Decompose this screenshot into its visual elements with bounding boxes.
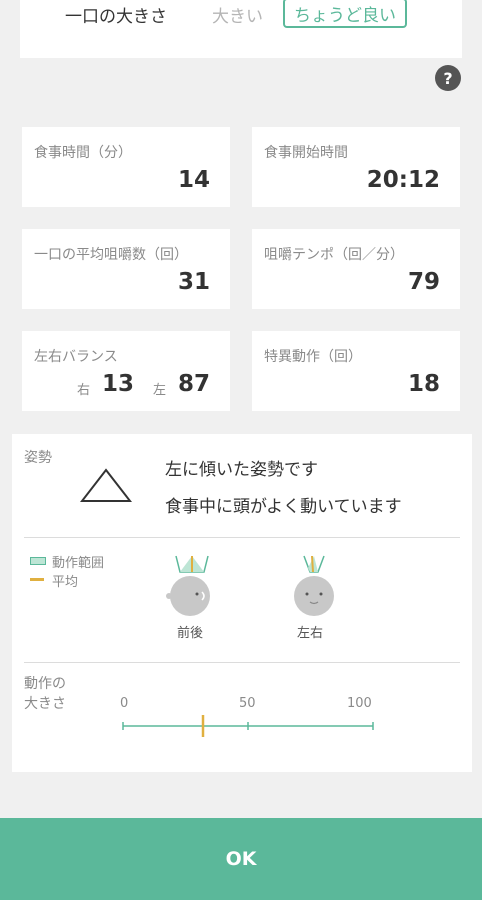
start-time-card: 食事開始時間 20:12: [252, 127, 460, 207]
head-front-icon: [294, 555, 334, 616]
bite-size-option-good[interactable]: ちょうど良い: [283, 0, 407, 28]
posture-card: 姿勢 左に傾いた姿勢です 食事中に頭がよく動いています 動作範囲 平均 前後 左…: [12, 434, 472, 772]
balance-label: 左右バランス: [34, 349, 118, 365]
special-motion-label: 特異動作（回）: [264, 349, 362, 365]
range-swatch: [30, 557, 46, 565]
special-motion-value: 18: [407, 371, 440, 397]
posture-title: 姿勢: [24, 450, 52, 466]
chew-tempo-label: 咀嚼テンポ（回／分）: [264, 247, 404, 263]
triangle-icon: [80, 468, 132, 502]
divider: [24, 537, 460, 538]
help-icon[interactable]: ?: [435, 65, 461, 91]
start-time-value: 20:12: [366, 167, 440, 193]
movement-label-line1: 動作の: [24, 676, 66, 692]
balance-left-label: 左: [153, 383, 167, 398]
bite-size-option-big[interactable]: 大きい: [212, 2, 263, 27]
chew-tempo-card: 咀嚼テンポ（回／分） 79: [252, 229, 460, 309]
posture-message-2: 食事中に頭がよく動いています: [165, 497, 402, 517]
ok-button[interactable]: OK: [0, 818, 482, 900]
movement-scale: [122, 715, 374, 737]
balance-left-value: 87: [178, 371, 211, 397]
divider: [24, 662, 460, 663]
posture-message-1: 左に傾いた姿勢です: [165, 460, 318, 480]
movement-label-line2: 大きさ: [24, 696, 66, 712]
tick-50: 50: [239, 696, 256, 711]
bite-size-card: 一口の大きさ 大きい ちょうど良い: [20, 0, 462, 58]
avg-chew-label: 一口の平均咀嚼数（回）: [34, 247, 188, 263]
head-front-back-label: 前後: [177, 626, 204, 641]
meal-time-value: 14: [177, 167, 210, 193]
movement-label: 動作の 大きさ: [24, 674, 66, 714]
legend-range: 動作範囲: [52, 556, 105, 571]
avg-chew-value: 31: [177, 269, 210, 295]
start-time-label: 食事開始時間: [264, 145, 348, 161]
balance-right-label: 右: [77, 383, 91, 398]
head-left-right-label: 左右: [297, 626, 324, 641]
bite-size-label: 一口の大きさ: [65, 7, 167, 27]
tick-0: 0: [120, 696, 129, 711]
avg-chew-card: 一口の平均咀嚼数（回） 31: [22, 229, 230, 309]
meal-time-label: 食事時間（分）: [34, 145, 132, 161]
tick-100: 100: [347, 696, 372, 711]
legend-average: 平均: [52, 575, 79, 590]
chew-tempo-value: 79: [407, 269, 440, 295]
head-side-icon: [166, 555, 210, 616]
average-swatch: [30, 578, 44, 581]
meal-time-card: 食事時間（分） 14: [22, 127, 230, 207]
special-motion-card: 特異動作（回） 18: [252, 331, 460, 411]
balance-card: 左右バランス 右 13 左 87: [22, 331, 230, 411]
